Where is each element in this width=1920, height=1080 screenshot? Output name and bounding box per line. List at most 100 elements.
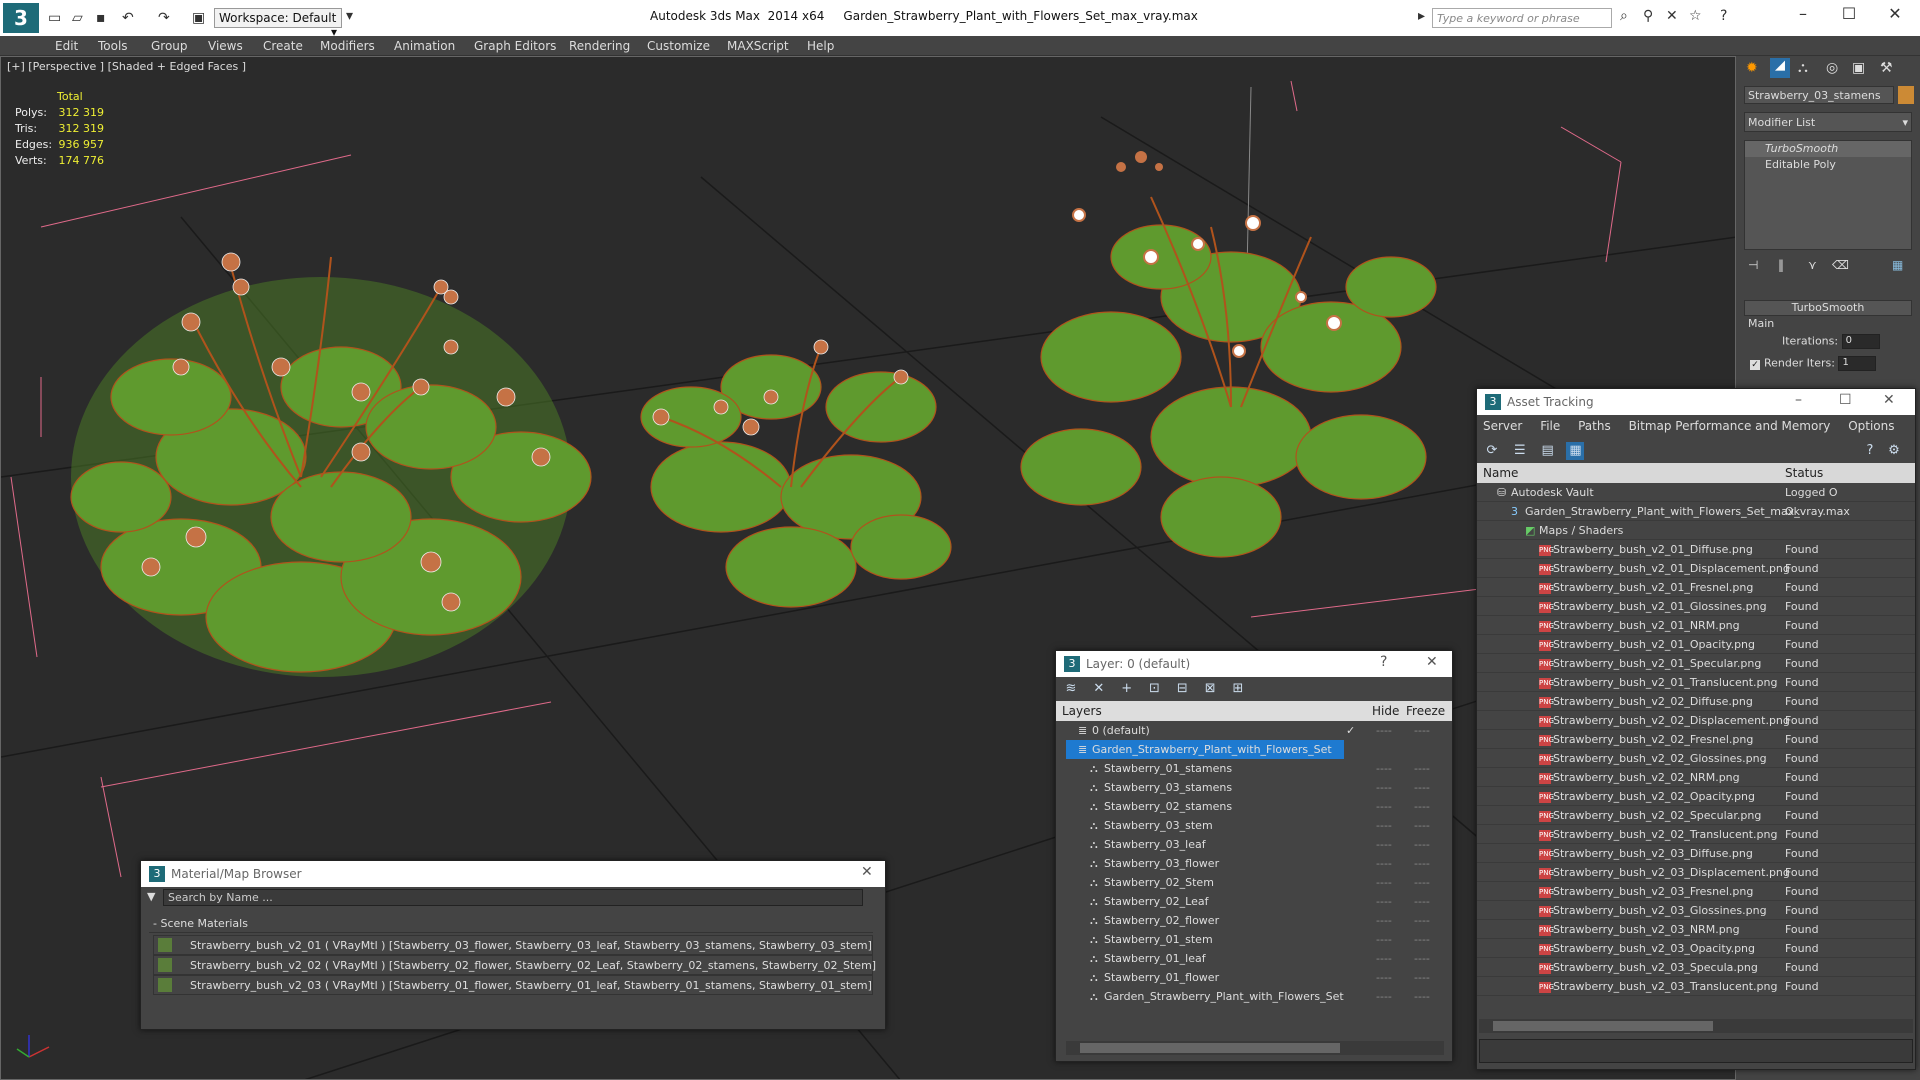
horizontal-scrollbar[interactable] bbox=[1479, 1019, 1913, 1033]
render-iters-spinner[interactable]: 1 bbox=[1838, 356, 1877, 371]
layer-object-row[interactable]: ⛬ Stawberry_01_stem ---- ---- bbox=[1056, 930, 1452, 949]
create-layer-icon[interactable]: ≋ bbox=[1062, 680, 1080, 698]
modify-tab-icon[interactable]: ◢ bbox=[1770, 58, 1790, 78]
map-row[interactable]: PNGStrawberry_bush_v2_01_Glossines.png Fo… bbox=[1477, 597, 1915, 616]
menu-help[interactable]: Help bbox=[807, 39, 834, 53]
help-icon[interactable]: ? bbox=[1861, 442, 1879, 460]
at-menu-server[interactable]: Server bbox=[1483, 419, 1522, 433]
layer-object-row[interactable]: ⛬ Stawberry_01_leaf ---- ---- bbox=[1056, 949, 1452, 968]
close-icon[interactable]: ✕ bbox=[861, 864, 873, 880]
minimize-icon[interactable]: – bbox=[1780, 4, 1826, 23]
close-icon[interactable]: ✕ bbox=[1426, 654, 1438, 670]
map-row[interactable]: PNGStrawberry_bush_v2_01_Specular.png Fou… bbox=[1477, 654, 1915, 673]
map-row[interactable]: PNGStrawberry_bush_v2_01_Diffuse.png Foun… bbox=[1477, 540, 1915, 559]
map-row[interactable]: PNGStrawberry_bush_v2_03_Glossines.png Fo… bbox=[1477, 901, 1915, 920]
layer-row-set[interactable]: ≣ Garden_Strawberry_Plant_with_Flowers_Se… bbox=[1066, 740, 1344, 759]
map-row[interactable]: PNGStrawberry_bush_v2_02_Translucent.png… bbox=[1477, 825, 1915, 844]
asset-row-vault[interactable]: ⛁ Autodesk Vault Logged O bbox=[1477, 483, 1915, 502]
new-file-icon[interactable]: ▭ bbox=[48, 10, 61, 26]
layer-object-row[interactable]: ⛬ Stawberry_03_leaf ---- ---- bbox=[1056, 835, 1452, 854]
menu-tools[interactable]: Tools bbox=[98, 39, 128, 53]
layer-horizontal-scrollbar[interactable] bbox=[1066, 1041, 1444, 1055]
favorites-star-icon[interactable]: ☆ bbox=[1689, 8, 1702, 24]
map-row[interactable]: PNGStrawberry_bush_v2_02_Diffuse.png Foun… bbox=[1477, 692, 1915, 711]
make-unique-icon[interactable]: ⋎ bbox=[1808, 258, 1817, 272]
col-hide[interactable]: Hide bbox=[1372, 704, 1399, 718]
col-freeze[interactable]: Freeze bbox=[1406, 704, 1445, 718]
map-row[interactable]: PNGStrawberry_bush_v2_01_Fresnel.png Foun… bbox=[1477, 578, 1915, 597]
material-row[interactable]: Strawberry_bush_v2_02 ( VRayMtl ) [Stawb… bbox=[153, 955, 876, 975]
layer-object-row[interactable]: ⛬ Stawberry_03_stamens ---- ---- bbox=[1056, 778, 1452, 797]
hide-all-icon[interactable]: ⊠ bbox=[1201, 680, 1219, 698]
layer-row-default[interactable]: ≣ 0 (default) ✓ ---- ---- bbox=[1056, 721, 1452, 740]
object-color-swatch[interactable] bbox=[1898, 86, 1914, 104]
app-logo-icon[interactable]: 3 bbox=[3, 3, 39, 33]
map-row[interactable]: PNGStrawberry_bush_v2_03_Diffuse.png Foun… bbox=[1477, 844, 1915, 863]
map-row[interactable]: PNGStrawberry_bush_v2_01_Opacity.png Foun… bbox=[1477, 635, 1915, 654]
iterations-spinner[interactable]: 0 bbox=[1841, 334, 1880, 349]
pin-stack-icon[interactable]: ⊣ bbox=[1748, 258, 1758, 272]
maximize-icon[interactable]: ☐ bbox=[1826, 4, 1872, 23]
layer-object-row[interactable]: ⛬ Stawberry_01_flower ---- ---- bbox=[1056, 968, 1452, 987]
layer-object-row[interactable]: ⛬ Stawberry_01_stamens ---- ---- bbox=[1056, 759, 1452, 778]
layer-object-row[interactable]: ⛬ Stawberry_02_stamens ---- ---- bbox=[1056, 797, 1452, 816]
close-icon[interactable]: ✕ bbox=[1883, 392, 1895, 408]
show-end-result-icon[interactable]: ‖ bbox=[1778, 258, 1784, 272]
binoculars-icon[interactable]: ⌕ bbox=[1620, 8, 1628, 24]
select-objects-icon[interactable]: ⊡ bbox=[1145, 680, 1163, 698]
map-row[interactable]: PNGStrawberry_bush_v2_01_Displacement.pn… bbox=[1477, 559, 1915, 578]
col-name[interactable]: Name bbox=[1483, 466, 1518, 480]
add-to-layer-icon[interactable]: + bbox=[1118, 680, 1136, 698]
menu-group[interactable]: Group bbox=[151, 39, 188, 53]
search-arrow-icon[interactable]: ▸ bbox=[1418, 8, 1425, 24]
communication-icon[interactable]: ✕ bbox=[1666, 8, 1678, 24]
minimize-icon[interactable]: – bbox=[1795, 392, 1802, 408]
map-row[interactable]: PNGStrawberry_bush_v2_03_Displacement.pn… bbox=[1477, 863, 1915, 882]
remove-modifier-icon[interactable]: ⌫ bbox=[1832, 258, 1849, 272]
map-row[interactable]: PNGStrawberry_bush_v2_02_Opacity.png Foun… bbox=[1477, 787, 1915, 806]
layer-object-row[interactable]: ⛬ Garden_Strawberry_Plant_with_Flowers_Se… bbox=[1056, 987, 1452, 1006]
toolbar-flyout-icon[interactable]: ▾ bbox=[346, 8, 353, 24]
layer-object-row[interactable]: ⛬ Stawberry_03_flower ---- ---- bbox=[1056, 854, 1452, 873]
close-icon[interactable]: ✕ bbox=[1872, 4, 1918, 23]
create-tab-icon[interactable]: ✹ bbox=[1746, 60, 1758, 76]
render-iters-checkbox[interactable]: ✓ bbox=[1750, 359, 1760, 370]
motion-tab-icon[interactable]: ◎ bbox=[1826, 60, 1838, 76]
select-layer-icon[interactable]: ⊟ bbox=[1173, 680, 1191, 698]
map-row[interactable]: PNGStrawberry_bush_v2_03_Fresnel.png Foun… bbox=[1477, 882, 1915, 901]
help-icon[interactable]: ? bbox=[1380, 654, 1387, 670]
modifier-list-dropdown[interactable]: Modifier List ▾ bbox=[1744, 112, 1912, 132]
stack-item-editable-poly[interactable]: Editable Poly bbox=[1745, 157, 1911, 173]
map-row[interactable]: PNGStrawberry_bush_v2_02_Fresnel.png Foun… bbox=[1477, 730, 1915, 749]
object-name-field[interactable]: Strawberry_03_stamens bbox=[1744, 86, 1894, 104]
menu-rendering[interactable]: Rendering bbox=[569, 39, 630, 53]
col-status[interactable]: Status bbox=[1785, 466, 1823, 480]
keyword-search-input[interactable]: Type a keyword or phrase bbox=[1432, 8, 1612, 28]
material-row[interactable]: Strawberry_bush_v2_03 ( VRayMtl ) [Stawb… bbox=[153, 975, 873, 995]
menu-edit[interactable]: Edit bbox=[55, 39, 78, 53]
map-row[interactable]: PNGStrawberry_bush_v2_03_Opacity.png Foun… bbox=[1477, 939, 1915, 958]
menu-customize[interactable]: Customize bbox=[647, 39, 710, 53]
map-row[interactable]: PNGStrawberry_bush_v2_02_Glossines.png Fo… bbox=[1477, 749, 1915, 768]
viewport-label[interactable]: [+] [Perspective ] [Shaded + Edged Faces… bbox=[7, 60, 246, 73]
at-menu-options[interactable]: Options bbox=[1848, 419, 1894, 433]
at-menu-paths[interactable]: Paths bbox=[1578, 419, 1611, 433]
modifier-stack[interactable]: TurboSmooth Editable Poly bbox=[1744, 140, 1912, 250]
map-row[interactable]: PNGStrawberry_bush_v2_03_NRM.png Found bbox=[1477, 920, 1915, 939]
grid-view-icon[interactable]: ▦ bbox=[1566, 442, 1585, 460]
active-layer-checkmark-icon[interactable]: ✓ bbox=[1346, 724, 1355, 737]
menu-create[interactable]: Create bbox=[263, 39, 303, 53]
menu-modifiers[interactable]: Modifiers bbox=[320, 39, 375, 53]
layer-object-row[interactable]: ⛬ Stawberry_03_stem ---- ---- bbox=[1056, 816, 1452, 835]
map-row[interactable]: PNGStrawberry_bush_v2_02_Specular.png Fou… bbox=[1477, 806, 1915, 825]
maximize-icon[interactable]: ☐ bbox=[1839, 392, 1852, 408]
save-file-icon[interactable]: ▪ bbox=[96, 10, 106, 26]
menu-views[interactable]: Views bbox=[208, 39, 243, 53]
material-search-input[interactable]: Search by Name ... bbox=[163, 889, 863, 906]
menu-animation[interactable]: Animation bbox=[394, 39, 455, 53]
layer-object-row[interactable]: ⛬ Stawberry_02_flower ---- ---- bbox=[1056, 911, 1452, 930]
hierarchy-tab-icon[interactable]: ⛬ bbox=[1798, 60, 1808, 76]
layer-object-row[interactable]: ⛬ Stawberry_02_Stem ---- ---- bbox=[1056, 873, 1452, 892]
rollout-title[interactable]: TurboSmooth bbox=[1744, 300, 1912, 316]
status-path-field[interactable] bbox=[1479, 1039, 1913, 1063]
